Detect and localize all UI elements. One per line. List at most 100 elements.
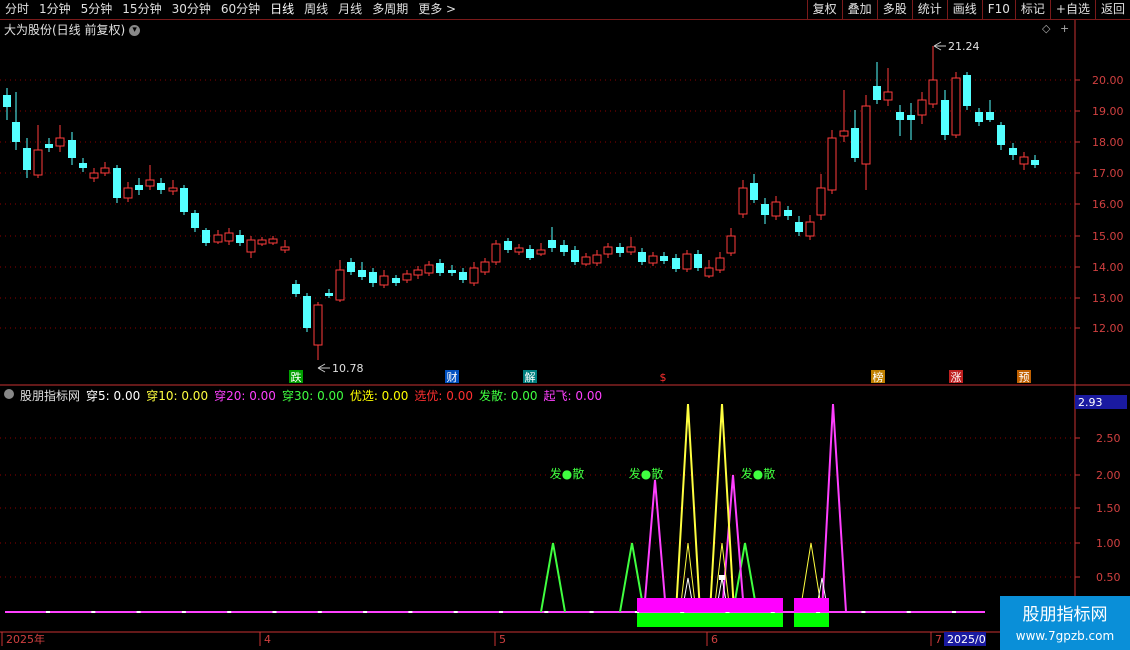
candle-body (963, 75, 971, 106)
candle-body (672, 258, 680, 269)
candle-body (941, 100, 949, 135)
candle-body (459, 272, 467, 280)
candle-body (480, 261, 490, 273)
candle-body (436, 263, 444, 273)
divergence-label: 发●散 (629, 466, 663, 481)
indicator-item: 起飞: 0.00 (543, 389, 603, 403)
spike-green (540, 542, 566, 613)
indicator-item: 穿5: 0.00 (86, 389, 141, 403)
event-marker: $ (660, 371, 667, 384)
candle-body (257, 239, 267, 245)
indicator-item: 发散: 0.00 (478, 389, 538, 403)
indicator-item: 穿10: 0.00 (146, 389, 209, 403)
baseline-dot (952, 611, 956, 613)
candle-body (68, 140, 76, 158)
candle-body (1031, 160, 1039, 165)
candle-body (135, 185, 143, 190)
y-tick-label: 12.00 (1092, 322, 1124, 335)
candle-body (896, 112, 904, 120)
candle-body (526, 249, 534, 258)
chart-canvas[interactable]: 20.00 19.00 18.00 17.00 16.00 15.00 14.00 13.00… (0, 0, 1130, 650)
baseline-dot (906, 611, 911, 613)
candle-body (123, 187, 133, 199)
candle-body (560, 245, 568, 252)
candle-body (514, 247, 524, 253)
candle-body (1019, 156, 1029, 165)
baseline-dot (46, 611, 50, 613)
x-axis-label: 5 (499, 633, 506, 646)
candle-body (975, 112, 983, 122)
candle-body (347, 262, 355, 272)
main-chart-title[interactable]: 大为股份(日线 前复权) ▾ (4, 21, 141, 38)
candle-body (616, 247, 624, 253)
plus-icon[interactable]: + (1060, 22, 1069, 35)
y-tick-label: 1.00 (1096, 537, 1121, 550)
indicator-title: 股朋指标网 穿5: 0.00 穿10: 0.00 穿20: 0.00 穿30: 0.0… (4, 387, 602, 404)
candle-body (392, 278, 400, 283)
candle-body (827, 137, 837, 191)
low-price-label: 10.78 (332, 362, 364, 375)
candle-body (907, 115, 915, 120)
indicator-menu-icon[interactable] (4, 389, 14, 399)
stock-title: 大为股份(日线 前复权) (4, 23, 126, 37)
candle-body (581, 256, 591, 265)
candle-body (571, 250, 579, 262)
candle-body (358, 270, 366, 277)
y-tick-label: 17.00 (1092, 167, 1124, 180)
x-axis-label: 2025年 (6, 632, 45, 646)
candle-body (12, 122, 20, 142)
candle-body (951, 77, 961, 136)
candle-body (704, 267, 714, 277)
chevron-down-icon[interactable]: ▾ (129, 25, 141, 36)
candle-body (1009, 148, 1017, 155)
baseline-dot (363, 611, 368, 613)
watermark-title: 股朋指标网 (1023, 605, 1108, 625)
candle-body (638, 252, 646, 262)
indicator-values: 穿5: 0.00 穿10: 0.00 穿20: 0.00 穿30: 0.00 优选: 0… (86, 387, 602, 404)
divergence-label: 发●散 (741, 466, 775, 481)
candle-body (303, 296, 311, 328)
event-marker: 财 (447, 370, 458, 384)
y-tick-label: 18.00 (1092, 136, 1124, 149)
candle-body (928, 79, 938, 105)
y-tick-label: 16.00 (1092, 198, 1124, 211)
candle-body (448, 270, 456, 273)
indicator-item: 穿20: 0.00 (214, 389, 276, 403)
candle-body (168, 187, 178, 192)
candle-body (45, 144, 53, 148)
candle-body (660, 256, 668, 261)
baseline-dot (408, 611, 413, 613)
candle-body (23, 148, 31, 170)
y-tick-label: 1.50 (1096, 502, 1121, 515)
low-arrow-icon (317, 363, 330, 373)
baseline-dot (544, 611, 549, 613)
watermark-url: www.7gpzb.com (1016, 629, 1114, 643)
signal-bar-magenta (794, 598, 829, 612)
candle-body (191, 213, 199, 228)
candle-body (213, 234, 223, 243)
candle-body (180, 188, 188, 212)
y-tick-label: 20.00 (1092, 74, 1124, 87)
diamond-icon[interactable]: ◇ (1042, 22, 1050, 35)
indicator-item: 优选: 0.00 (349, 389, 409, 403)
candle-body (873, 86, 881, 100)
candle-body (79, 163, 87, 168)
signal-bar-green (637, 613, 783, 627)
candle-body (761, 204, 769, 215)
candle-body (504, 241, 512, 250)
candle-body (738, 187, 748, 215)
event-marker: 解 (525, 370, 536, 384)
candle-body (224, 232, 234, 242)
candle-body (795, 222, 803, 232)
candle-body (280, 246, 290, 251)
indicator-name: 股朋指标网 (20, 389, 81, 403)
y-tick-label: 0.50 (1096, 571, 1121, 584)
candle-body (750, 183, 758, 200)
candle-body (89, 172, 99, 179)
y-tick-label: 15.00 (1092, 230, 1124, 243)
candle-body (997, 125, 1005, 145)
event-marker: 预 (1019, 371, 1030, 384)
candle-body (313, 304, 323, 346)
baseline-dot (91, 611, 96, 613)
y-tick-label: 14.00 (1092, 261, 1124, 274)
